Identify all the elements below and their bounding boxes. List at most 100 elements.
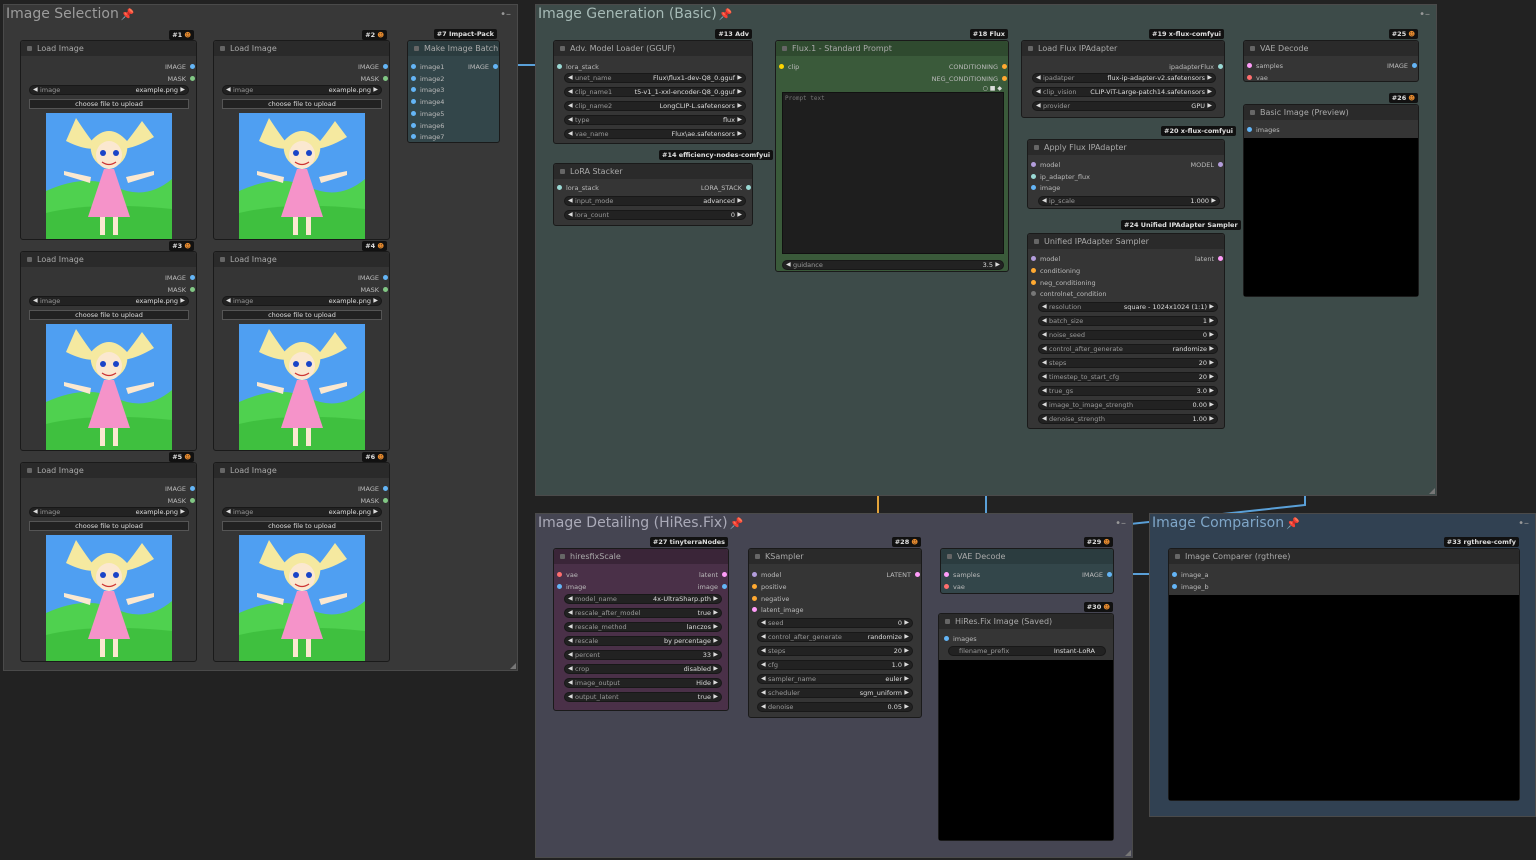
upload-button[interactable]: choose file to upload [29, 521, 189, 531]
sampler-widget-5[interactable]: ◀ timestep_to_start_cfg 20 ▶ [1038, 372, 1218, 382]
input-vae[interactable]: vae [557, 571, 578, 579]
port-dot[interactable] [1002, 64, 1007, 69]
load-image-node[interactable]: #3 ☻ Load Image IMAGE MASK ◀ image exampl… [20, 241, 197, 451]
image-comparer-node[interactable]: #33 rgthree-comfy Image Comparer (rgthre… [1168, 537, 1520, 801]
sampler-widget-3[interactable]: ◀ control_after_generate randomize ▶ [1038, 344, 1218, 354]
arrow-right-icon[interactable]: ▶ [904, 647, 909, 655]
arrow-left-icon[interactable]: ◀ [761, 675, 766, 683]
group-menu-icon[interactable]: •– [500, 9, 511, 20]
arrow-right-icon[interactable]: ▶ [1209, 415, 1214, 423]
arrow-right-icon[interactable]: ▶ [737, 102, 742, 110]
arrow-right-icon[interactable]: ▶ [373, 508, 378, 516]
ksampler-widget-5[interactable]: ◀ scheduler sgm_uniform ▶ [757, 688, 913, 698]
port-dot[interactable] [1031, 267, 1036, 273]
port-dot[interactable] [1031, 185, 1036, 190]
arrow-left-icon[interactable]: ◀ [1042, 317, 1047, 325]
load-image-node[interactable]: #5 ☻ Load Image IMAGE MASK ◀ image exampl… [20, 452, 197, 662]
port-dot[interactable] [190, 486, 195, 491]
flux-prompt-node[interactable]: #18 Flux Flux.1 - Standard Prompt clip C… [775, 29, 1009, 272]
port-dot[interactable] [411, 99, 416, 105]
output-mask[interactable]: MASK [168, 497, 195, 505]
guidance-widget[interactable]: ◀ guidance 3.5 ▶ [782, 260, 1004, 270]
arrow-left-icon[interactable]: ◀ [568, 651, 573, 659]
arrow-left-icon[interactable]: ◀ [1042, 387, 1047, 395]
sampler-widget-8[interactable]: ◀ denoise_strength 1.00 ▶ [1038, 414, 1218, 424]
adv-loader-widget-4[interactable]: ◀ vae_name Flux\ae.safetensors ▶ [564, 129, 746, 139]
arrow-left-icon[interactable]: ◀ [1042, 345, 1047, 353]
output-image[interactable]: IMAGE [165, 485, 195, 493]
port-dot[interactable] [915, 572, 920, 577]
input-image[interactable]: image [557, 583, 586, 591]
arrow-left-icon[interactable]: ◀ [786, 261, 791, 269]
load-ipadapter-widget-0[interactable]: ◀ ipadatper flux-ip-adapter-v2.safetensors… [1032, 73, 1216, 83]
load-image-node[interactable]: #6 ☻ Load Image IMAGE MASK ◀ image exampl… [213, 452, 390, 662]
output-mask[interactable]: MASK [361, 286, 388, 294]
prompt-toolbar-icons[interactable]: ○ ■ ◆ [983, 85, 1002, 92]
prompt-textarea[interactable] [782, 92, 1004, 254]
arrow-left-icon[interactable]: ◀ [226, 297, 231, 305]
port-dot[interactable] [411, 122, 416, 128]
port-dot[interactable] [190, 287, 195, 292]
image-combo[interactable]: ◀ image example.png ▶ [29, 296, 189, 306]
arrow-right-icon[interactable]: ▶ [1209, 331, 1214, 339]
port-dot[interactable] [411, 110, 416, 116]
input-port[interactable]: neg_conditioning [1031, 279, 1096, 287]
port-dot[interactable] [383, 76, 388, 81]
arrow-left-icon[interactable]: ◀ [226, 86, 231, 94]
port-dot[interactable] [746, 185, 751, 190]
arrow-right-icon[interactable]: ▶ [1211, 197, 1216, 205]
upload-button[interactable]: choose file to upload [222, 521, 382, 531]
arrow-right-icon[interactable]: ▶ [904, 633, 909, 641]
adv-model-loader-node[interactable]: #13 Adv Adv. Model Loader (GGUF) lora_st… [553, 29, 753, 144]
upload-button[interactable]: choose file to upload [222, 310, 382, 320]
port-dot[interactable] [411, 75, 416, 81]
output-image[interactable]: IMAGE [1082, 571, 1112, 579]
input-samples[interactable]: samples [1247, 62, 1283, 70]
input-port[interactable]: image4 [411, 98, 444, 106]
arrow-left-icon[interactable]: ◀ [568, 116, 573, 124]
port-dot[interactable] [752, 583, 757, 589]
input-port[interactable]: latent_image [752, 606, 804, 614]
hires-widget-2[interactable]: ◀ rescale_method lanczos ▶ [564, 622, 722, 632]
arrow-left-icon[interactable]: ◀ [33, 86, 38, 94]
port-dot[interactable] [944, 636, 949, 641]
image-combo[interactable]: ◀ image example.png ▶ [222, 507, 382, 517]
input-port[interactable]: ip_adapter_flux [1031, 173, 1090, 181]
output-image[interactable]: IMAGE [358, 63, 388, 71]
port-dot[interactable] [752, 595, 757, 601]
arrow-right-icon[interactable]: ▶ [1209, 317, 1214, 325]
ip-scale-widget[interactable]: ◀ ip_scale 1.000 ▶ [1038, 196, 1220, 206]
port-dot[interactable] [1031, 279, 1036, 285]
adv-loader-widget-0[interactable]: ◀ unet_name Flux\flux1-dev-Q8_0.gguf ▶ [564, 73, 746, 83]
input-samples[interactable]: samples [944, 571, 980, 579]
input-port[interactable]: image5 [411, 110, 444, 118]
resize-handle[interactable] [510, 663, 516, 669]
load-image-node[interactable]: #1 ☻ Load Image IMAGE MASK ◀ image exampl… [20, 30, 197, 240]
output-image[interactable]: IMAGE [1387, 62, 1417, 70]
port-dot[interactable] [190, 64, 195, 69]
input-images[interactable]: images [1247, 126, 1280, 134]
port-dot[interactable] [383, 275, 388, 280]
port-dot[interactable] [722, 584, 727, 589]
arrow-left-icon[interactable]: ◀ [1042, 331, 1047, 339]
arrow-right-icon[interactable]: ▶ [713, 637, 718, 645]
input-port[interactable]: model [1031, 255, 1060, 263]
arrow-right-icon[interactable]: ▶ [1207, 88, 1212, 96]
port-dot[interactable] [383, 287, 388, 292]
output-image[interactable]: IMAGE [468, 63, 498, 71]
ksampler-widget-3[interactable]: ◀ cfg 1.0 ▶ [757, 660, 913, 670]
hires-widget-5[interactable]: ◀ crop disabled ▶ [564, 664, 722, 674]
image-combo[interactable]: ◀ image example.png ▶ [222, 85, 382, 95]
arrow-left-icon[interactable]: ◀ [761, 647, 766, 655]
input-clip[interactable]: clip [779, 63, 799, 71]
input-port[interactable]: image3 [411, 86, 444, 94]
arrow-left-icon[interactable]: ◀ [761, 661, 766, 669]
sampler-widget-1[interactable]: ◀ batch_size 1 ▶ [1038, 316, 1218, 326]
upload-button[interactable]: choose file to upload [29, 99, 189, 109]
image-combo[interactable]: ◀ image example.png ▶ [29, 85, 189, 95]
arrow-left-icon[interactable]: ◀ [761, 689, 766, 697]
arrow-left-icon[interactable]: ◀ [1042, 401, 1047, 409]
port-dot[interactable] [1031, 291, 1036, 297]
hires-widget-4[interactable]: ◀ percent 33 ▶ [564, 650, 722, 660]
arrow-right-icon[interactable]: ▶ [713, 679, 718, 687]
